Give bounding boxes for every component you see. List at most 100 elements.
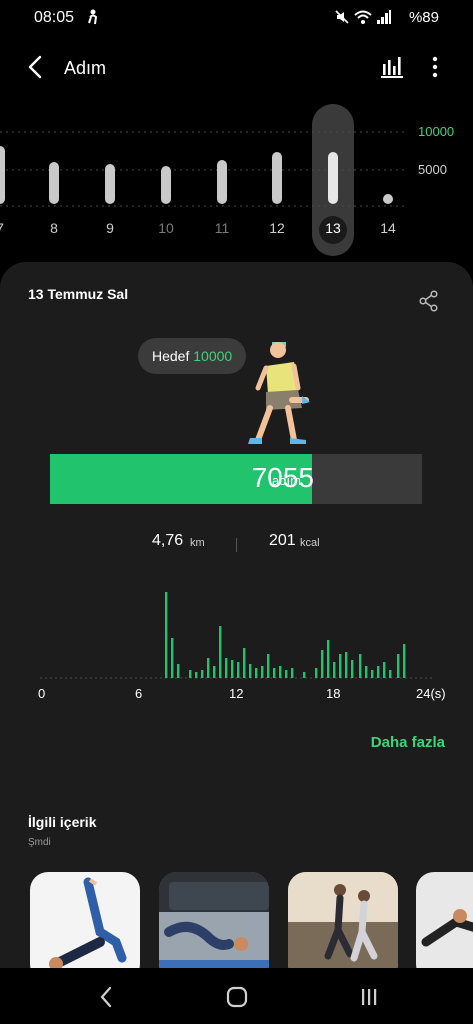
hourly-bar xyxy=(403,644,406,678)
day-label-9[interactable]: 9 xyxy=(95,220,125,236)
gridline-label-10000: 10000 xyxy=(418,124,455,139)
hourly-bar xyxy=(225,658,228,678)
hourly-bar xyxy=(261,666,264,678)
hourly-bar xyxy=(371,670,374,678)
page-title: Adım xyxy=(64,58,107,78)
nav-recents-icon[interactable] xyxy=(356,984,382,1010)
bar-chart-icon[interactable] xyxy=(378,54,406,80)
stats-divider xyxy=(236,538,237,552)
related-subtitle: Şmdi xyxy=(28,837,51,848)
day-label-12[interactable]: 12 xyxy=(262,220,292,236)
hourly-bar xyxy=(201,670,204,678)
day-bar-7 xyxy=(0,146,5,204)
more-vert-icon[interactable] xyxy=(424,54,446,80)
app-header: Adım xyxy=(0,44,473,92)
battery-level: %89 xyxy=(408,9,439,26)
hourly-bar xyxy=(171,638,174,678)
day-bar-11 xyxy=(217,160,227,204)
hourly-bar xyxy=(345,652,348,678)
hourly-bar xyxy=(359,654,362,678)
day-bar-9 xyxy=(105,164,115,204)
hourly-bar xyxy=(273,668,276,678)
status-time: 08:05 xyxy=(34,9,75,26)
day-label-11[interactable]: 11 xyxy=(207,220,237,236)
status-bar: 08:05 %89 xyxy=(0,0,473,36)
system-nav-bar xyxy=(0,968,473,1024)
related-card-running[interactable] xyxy=(288,872,398,982)
goal-value: 10000 xyxy=(193,348,233,364)
hourly-bar xyxy=(165,592,168,678)
gridline-label-5000: 5000 xyxy=(418,162,447,177)
related-title: İlgili içerik xyxy=(28,814,97,830)
goal-label: Hedef xyxy=(152,348,190,364)
hourly-bar xyxy=(365,666,368,678)
day-label-14[interactable]: 14 xyxy=(373,220,403,236)
mute-icon xyxy=(334,9,350,28)
hourly-bar xyxy=(321,650,324,678)
hourly-bar xyxy=(333,662,336,678)
hourly-bar xyxy=(291,668,294,678)
related-thumbnails xyxy=(30,872,473,982)
card-date: 13 Temmuz Sal xyxy=(28,286,129,302)
nav-home-icon[interactable] xyxy=(224,984,250,1010)
hourly-bar xyxy=(389,670,392,678)
hourly-bar xyxy=(231,660,234,678)
hourly-bar xyxy=(351,660,354,678)
hourly-bar xyxy=(303,672,306,678)
hour-label-12: 12 xyxy=(229,686,244,701)
distance-unit: km xyxy=(190,537,205,549)
step-progress-bar: 7055 adım xyxy=(50,454,422,504)
hourly-bar xyxy=(219,626,222,678)
calories-unit: kcal xyxy=(300,537,320,549)
hourly-bar xyxy=(213,666,216,678)
weekly-chart: 10000 5000 7 8 9 10 11 12 13 14 xyxy=(0,100,473,260)
hourly-bar xyxy=(279,666,282,678)
stats-row: 4,76 km 201 kcal xyxy=(0,532,473,556)
calories-value: 201 xyxy=(269,532,296,549)
day-label-8[interactable]: 8 xyxy=(39,220,69,236)
hourly-bar xyxy=(243,648,246,678)
hourly-bar xyxy=(339,654,342,678)
hourly-bar xyxy=(195,672,198,678)
hourly-bar xyxy=(207,658,210,678)
related-card-yoga[interactable] xyxy=(30,872,140,982)
hourly-bar xyxy=(377,666,380,678)
day-bar-14 xyxy=(383,194,393,204)
hourly-bar xyxy=(177,664,180,678)
goal-bubble: Hedef 10000 xyxy=(138,338,247,374)
hourly-bar xyxy=(383,662,386,678)
hourly-bar xyxy=(189,670,192,678)
day-bar-12 xyxy=(272,152,282,204)
share-icon[interactable] xyxy=(418,290,440,312)
hourly-bar xyxy=(249,664,252,678)
hour-label-24: 24(s) xyxy=(416,686,446,701)
hourly-bar xyxy=(267,654,270,678)
hour-label-0: 0 xyxy=(38,686,46,701)
day-label-10[interactable]: 10 xyxy=(151,220,181,236)
day-label-13[interactable]: 13 xyxy=(318,220,348,236)
day-label-7[interactable]: 7 xyxy=(0,220,15,236)
hour-label-6: 6 xyxy=(135,686,143,701)
related-card-stretch[interactable] xyxy=(416,872,473,982)
day-detail-card: 13 Temmuz Sal Hedef 10000 7055 adım 4,76 xyxy=(0,262,473,982)
walker-illustration xyxy=(236,332,316,454)
nav-back-icon[interactable] xyxy=(94,984,120,1010)
day-bar-8 xyxy=(49,162,59,204)
hourly-bar xyxy=(255,668,258,678)
hour-label-18: 18 xyxy=(326,686,341,701)
hourly-bar xyxy=(285,670,288,678)
walking-figure-icon xyxy=(86,9,100,28)
more-link[interactable]: Daha fazla xyxy=(371,734,445,751)
back-icon[interactable] xyxy=(24,54,48,80)
hourly-bar xyxy=(397,654,400,678)
step-unit: adım xyxy=(272,473,301,488)
hourly-bar xyxy=(237,662,240,678)
day-bar-10 xyxy=(161,166,171,204)
signal-icon xyxy=(376,9,392,28)
hourly-bar xyxy=(315,668,318,678)
distance-value: 4,76 xyxy=(152,532,184,549)
related-card-pilates[interactable] xyxy=(159,872,269,982)
hourly-bar xyxy=(327,640,330,678)
wifi-icon xyxy=(354,9,372,28)
day-bar-13 xyxy=(328,152,338,204)
